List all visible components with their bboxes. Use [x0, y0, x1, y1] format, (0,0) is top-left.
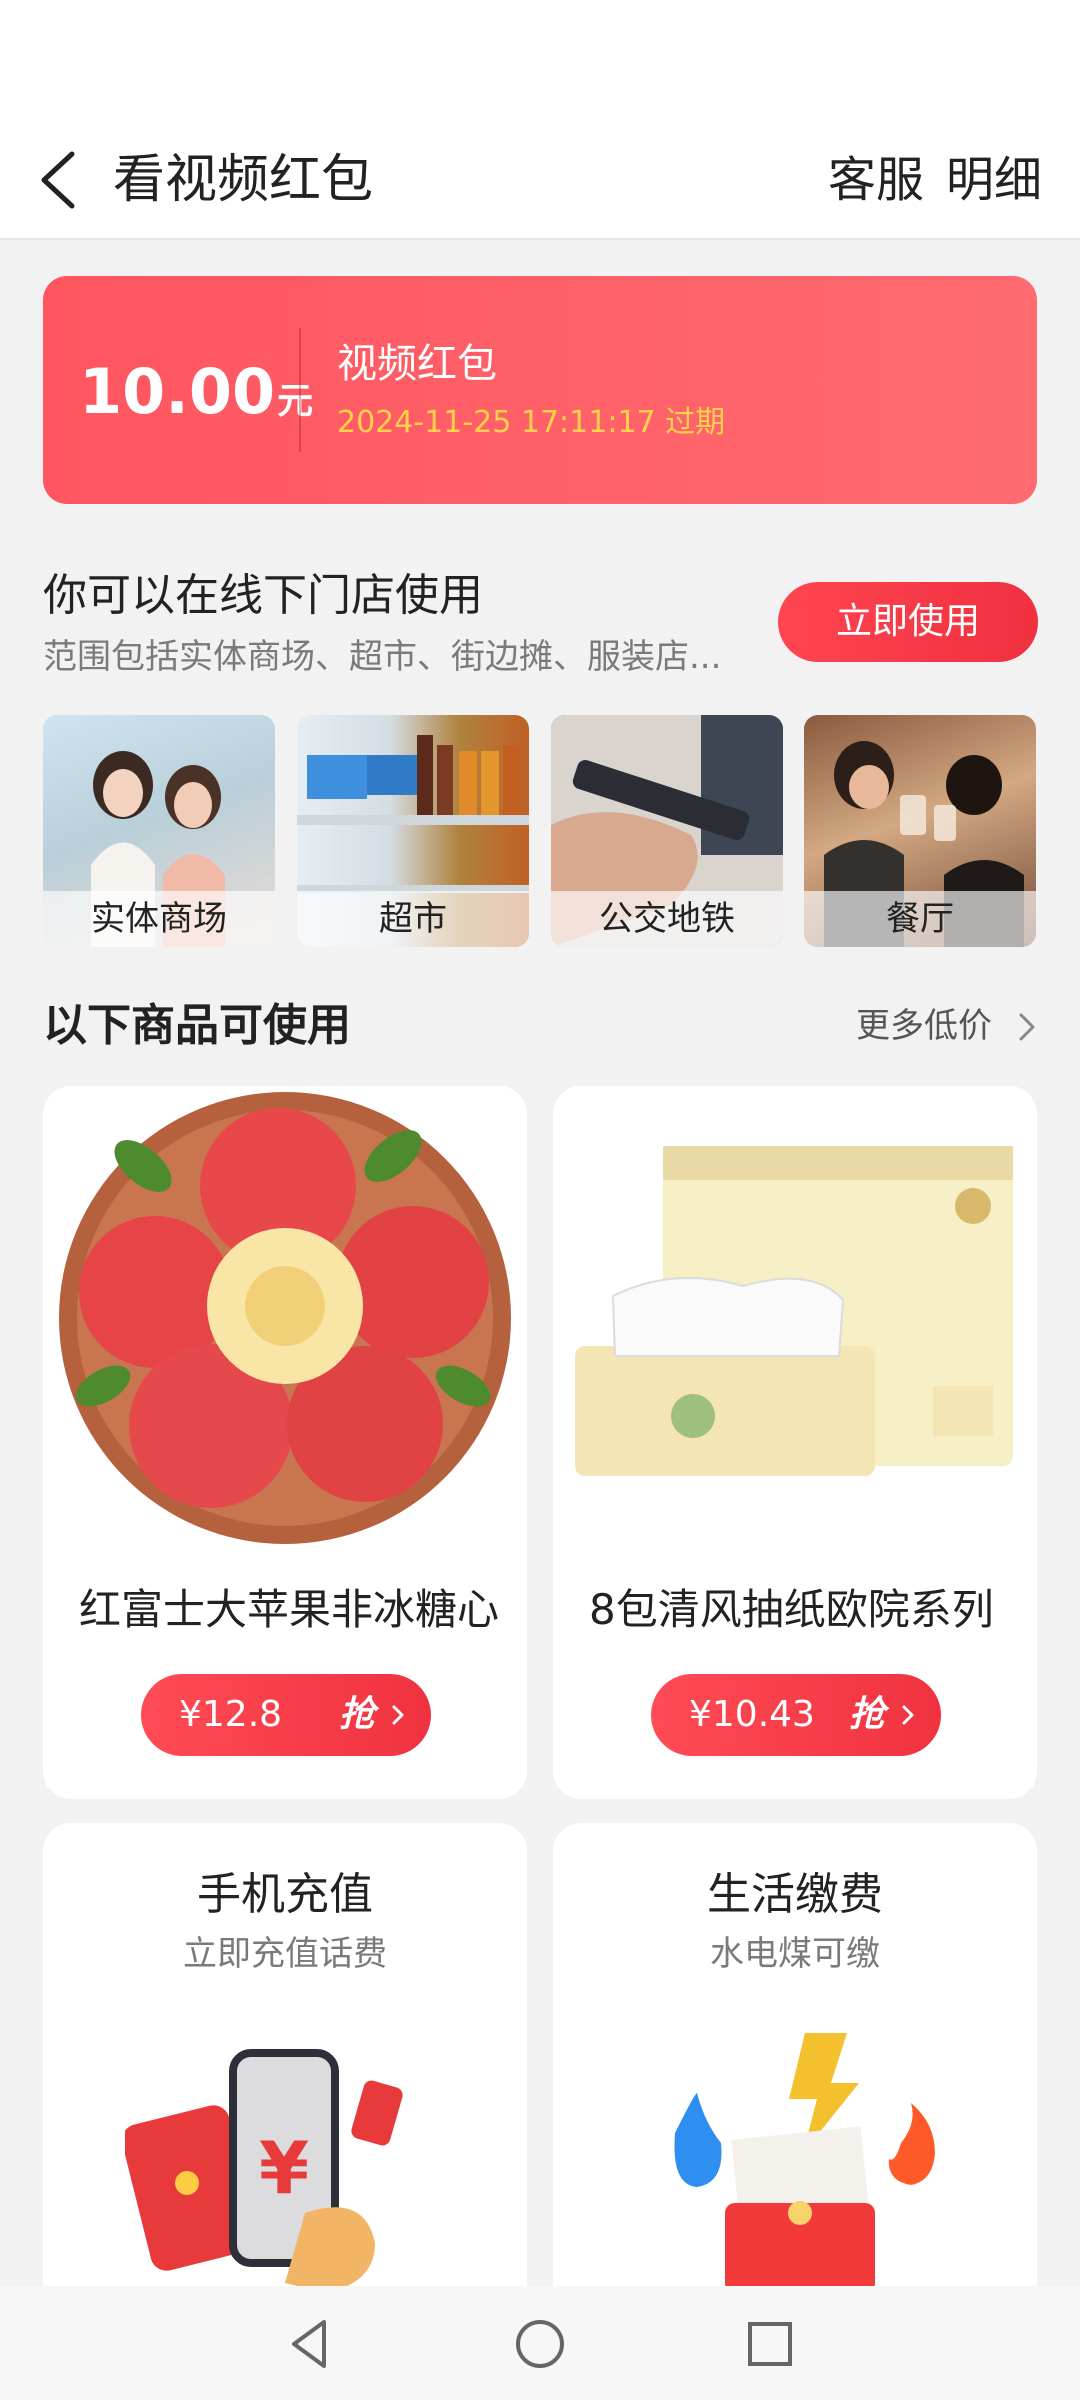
utility-payment-icon [674, 2033, 935, 2312]
system-navigation-bar [0, 2286, 1080, 2400]
chevron-right-icon[interactable] [1016, 1010, 1038, 1044]
place-label: 公交地铁 [551, 891, 783, 947]
product-name: 红富士大苹果非冰糖心 [79, 1585, 499, 1634]
place-supermarket[interactable]: 超市 [297, 715, 529, 947]
place-label: 超市 [297, 891, 529, 947]
service-subtitle: 立即充值话费 [183, 1934, 387, 1974]
back-arrow-icon[interactable] [30, 142, 100, 218]
service-title: 生活缴费 [707, 1869, 883, 1920]
service-subtitle: 水电煤可缴 [710, 1934, 880, 1974]
detail-link[interactable]: 明细 [946, 144, 1042, 216]
coupon-name: 视频红包 [337, 341, 497, 387]
coupon-amount-value: 10.00 [79, 355, 276, 428]
coupon-card: 10.00元 视频红包 2024-11-25 17:11:17 过期 [43, 276, 1037, 504]
coupon-divider [299, 328, 301, 452]
product-name: 8包清风抽纸欧院系列 [589, 1585, 994, 1634]
product-price: ¥12.8 [179, 1694, 283, 1735]
product-price: ¥10.43 [689, 1694, 815, 1735]
service-title: 手机充值 [197, 1869, 373, 1920]
grab-label: 抢 [849, 1694, 886, 1735]
grab-button[interactable]: ¥10.43 抢 [651, 1674, 941, 1756]
apple-basket-image [53, 1086, 517, 1546]
coupon-amount: 10.00元 [79, 352, 313, 442]
nav-recent-icon[interactable] [742, 2316, 798, 2372]
header: 看视频红包 客服 明细 [0, 120, 1080, 240]
product-card[interactable]: 红富士大苹果非冰糖心 ¥12.8 抢 [43, 1086, 527, 1799]
status-bar [0, 0, 1080, 120]
phone-recharge-icon: ¥ [125, 2049, 403, 2313]
offline-subtitle: 范围包括实体商场、超市、街边摊、服装店... [43, 637, 722, 677]
page-title: 看视频红包 [113, 150, 374, 210]
tissue-pack-image [553, 1086, 1037, 1546]
goods-section-title: 以下商品可使用 [43, 1000, 351, 1051]
coupon-unit: 元 [277, 381, 314, 422]
use-now-button[interactable]: 立即使用 [778, 582, 1038, 662]
chevron-right-icon [392, 1705, 404, 1725]
svg-text:¥: ¥ [259, 2126, 309, 2210]
grab-label: 抢 [339, 1694, 376, 1735]
product-card[interactable]: 8包清风抽纸欧院系列 ¥10.43 抢 [553, 1086, 1037, 1799]
offline-title: 你可以在线下门店使用 [43, 570, 483, 621]
place-label: 餐厅 [804, 891, 1036, 947]
place-transit[interactable]: 公交地铁 [551, 715, 783, 947]
place-restaurant[interactable]: 餐厅 [804, 715, 1036, 947]
chevron-right-icon [902, 1705, 914, 1725]
customer-service-link[interactable]: 客服 [828, 144, 924, 216]
coupon-expire: 2024-11-25 17:11:17 过期 [337, 405, 726, 440]
place-mall[interactable]: 实体商场 [43, 715, 275, 947]
place-label: 实体商场 [43, 891, 275, 947]
nav-home-icon[interactable] [512, 2316, 568, 2372]
nav-back-icon[interactable] [282, 2316, 338, 2372]
more-deals-link[interactable]: 更多低价 [856, 998, 992, 1054]
grab-button[interactable]: ¥12.8 抢 [141, 1674, 431, 1756]
